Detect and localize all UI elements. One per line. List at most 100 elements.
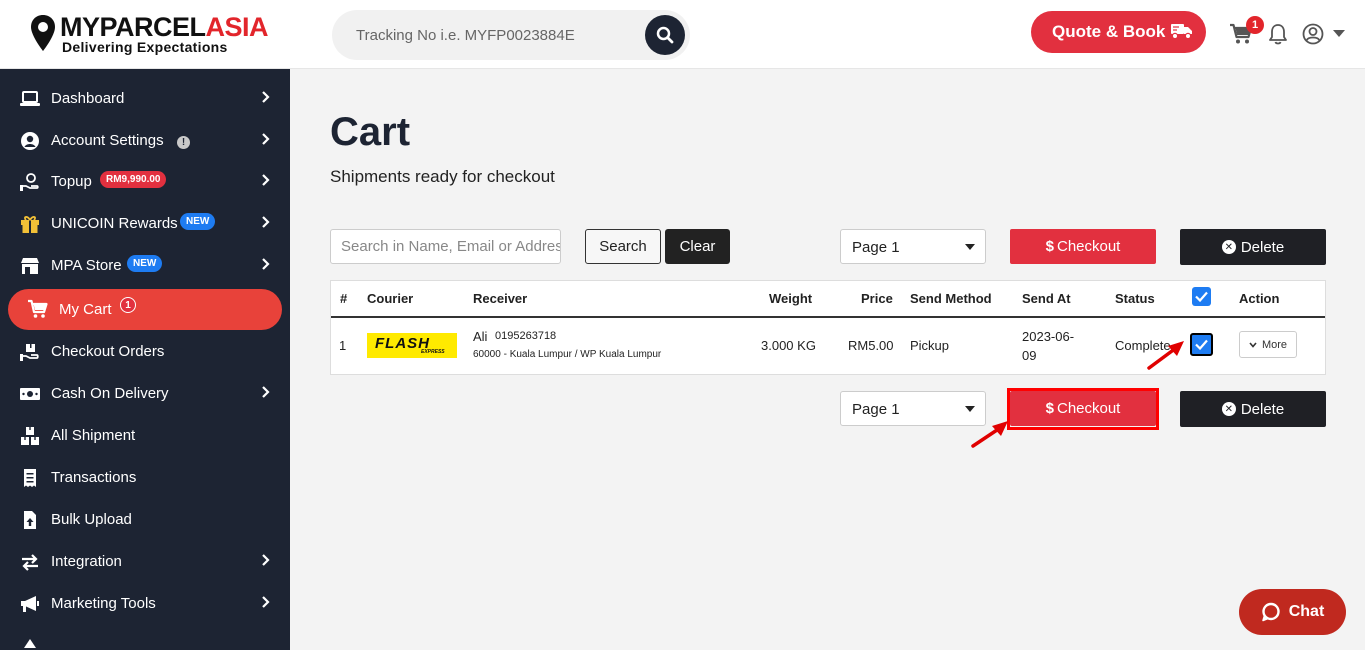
chevron-down-icon[interactable] xyxy=(1333,30,1345,38)
sidebar-item-transactions[interactable]: Transactions xyxy=(0,458,290,498)
truck-icon xyxy=(1171,24,1192,40)
megaphone-icon xyxy=(21,596,39,612)
quote-book-button[interactable]: Quote & Book xyxy=(1031,11,1206,53)
boxes-icon xyxy=(21,427,39,445)
receiver-name: Ali xyxy=(473,329,488,344)
sidebar-item-cash-on-delivery[interactable]: Cash On Delivery xyxy=(0,374,290,414)
info-icon: ! xyxy=(177,136,190,149)
chevron-right-icon xyxy=(262,258,270,270)
times-circle-icon: ✕ xyxy=(1221,402,1236,416)
sidebar-item-mpa-store[interactable]: MPA Store NEW xyxy=(0,246,290,286)
header-status: Status xyxy=(1115,291,1155,306)
quote-book-label: Quote & Book xyxy=(1052,22,1166,41)
sidebar-item-dashboard[interactable]: Dashboard xyxy=(0,79,290,119)
row-price: RM5.00 xyxy=(848,338,894,353)
select-all-checkbox[interactable] xyxy=(1192,287,1211,306)
page-select-top[interactable]: Page 1 xyxy=(840,229,986,264)
sidebar-item-label: Checkout Orders xyxy=(51,343,165,360)
table-header-row: # Courier Receiver Weight Price Send Met… xyxy=(331,281,1325,318)
new-badge: NEW xyxy=(180,213,216,230)
sidebar-item-integration[interactable]: Integration xyxy=(0,542,290,582)
chevron-right-icon xyxy=(262,174,270,186)
header-price: Price xyxy=(861,291,893,306)
sidebar-item-account-settings[interactable]: Account Settings ! xyxy=(0,121,290,161)
hand-money-icon xyxy=(20,173,39,191)
sidebar-item-checkout-orders[interactable]: Checkout Orders xyxy=(0,332,290,372)
row-select-checkbox[interactable] xyxy=(1190,333,1213,356)
receiver-phone: 0195263718 xyxy=(495,330,557,342)
header-weight: Weight xyxy=(769,291,813,306)
tracking-input[interactable] xyxy=(356,24,636,46)
sidebar-item-my-cart[interactable]: My Cart 1 xyxy=(8,289,282,330)
header-receiver: Receiver xyxy=(473,291,528,306)
logo[interactable]: MYPARCELASIA Delivering Expectations xyxy=(30,12,280,58)
page-select-value: Page 1 xyxy=(852,239,900,256)
sidebar-item-label: Bulk Upload xyxy=(51,511,132,528)
hand-box-icon xyxy=(20,344,39,361)
user-circle-icon xyxy=(21,132,39,150)
sidebar-item-marketing-tools[interactable]: Marketing Tools xyxy=(0,584,290,624)
annotation-arrow-icon xyxy=(1147,341,1184,370)
search-icon xyxy=(656,26,674,44)
store-icon xyxy=(21,258,39,274)
gift-icon xyxy=(21,216,39,233)
chat-bubble-icon xyxy=(1261,602,1280,622)
sidebar: Dashboard Account Settings ! Topup RM9,9… xyxy=(0,69,290,650)
chat-label: Chat xyxy=(1288,603,1325,620)
chevron-right-icon xyxy=(262,596,270,608)
sidebar-item-label: Dashboard xyxy=(51,90,125,107)
annotation-arrow-icon xyxy=(971,421,1008,448)
row-send-at-day: 09 xyxy=(1022,348,1037,363)
user-account-icon[interactable] xyxy=(1302,23,1324,45)
times-circle-icon: ✕ xyxy=(1221,240,1236,254)
file-upload-icon xyxy=(24,511,36,529)
logo-tagline: Delivering Expectations xyxy=(62,39,228,55)
cart-count-badge: 1 xyxy=(120,297,136,313)
logo-text: MYPARCELASIA xyxy=(60,12,269,42)
bell-icon[interactable] xyxy=(1268,23,1288,45)
tracking-search-button[interactable] xyxy=(645,15,685,55)
chevron-right-icon xyxy=(262,91,270,103)
money-bill-icon xyxy=(20,388,40,400)
sidebar-item-topup[interactable]: Topup RM9,990.00 xyxy=(0,162,290,202)
chevron-right-icon xyxy=(262,386,270,398)
check-icon xyxy=(1195,291,1208,302)
sidebar-item-label: Marketing Tools xyxy=(51,595,156,612)
laptop-icon xyxy=(20,91,40,106)
page-select-value: Page 1 xyxy=(852,401,900,418)
sidebar-item-label: Integration xyxy=(51,553,122,570)
sidebar-item-label: All Shipment xyxy=(51,427,136,444)
checkout-button-top[interactable]: $ Checkout xyxy=(1010,229,1156,264)
delete-label: Delete xyxy=(1240,238,1285,256)
row-send-method: Pickup xyxy=(910,338,950,353)
clear-button[interactable]: Clear xyxy=(665,229,730,264)
header-courier: Courier xyxy=(367,291,414,306)
delete-button-top[interactable]: ✕ Delete xyxy=(1180,229,1326,265)
chat-button[interactable]: Chat xyxy=(1239,589,1346,635)
header-send-at: Send At xyxy=(1022,291,1071,306)
tracking-search-bar xyxy=(332,10,690,60)
page-select-bottom[interactable]: Page 1 xyxy=(840,391,986,426)
sidebar-item-label: MPA Store xyxy=(51,257,122,274)
sidebar-item-label: UNICOIN Rewards xyxy=(51,215,178,232)
search-button[interactable]: Search xyxy=(585,229,661,264)
chevron-right-icon xyxy=(262,554,270,566)
sidebar-item-all-shipment[interactable]: All Shipment xyxy=(0,416,290,456)
row-num: 1 xyxy=(339,338,347,353)
partial-icon xyxy=(24,639,36,648)
cart-search-input[interactable] xyxy=(330,229,561,264)
row-more-button[interactable]: More xyxy=(1239,331,1297,358)
courier-logo-subtext: EXPRESS xyxy=(421,349,445,355)
chevron-down-icon xyxy=(1249,341,1257,348)
sidebar-item-unicoin-rewards[interactable]: UNICOIN Rewards NEW xyxy=(0,204,290,244)
top-header: MYPARCELASIA Delivering Expectations Quo… xyxy=(0,0,1365,69)
page-title: Cart xyxy=(330,110,411,154)
chevron-right-icon xyxy=(262,216,270,228)
checkout-label: Checkout xyxy=(1056,238,1121,255)
sidebar-item-partial[interactable] xyxy=(0,626,290,650)
delete-button-bottom[interactable]: ✕ Delete xyxy=(1180,391,1326,427)
sidebar-item-bulk-upload[interactable]: Bulk Upload xyxy=(0,500,290,540)
caret-down-icon xyxy=(965,244,975,250)
sidebar-item-label: My Cart xyxy=(59,301,112,318)
sidebar-item-label: Transactions xyxy=(51,469,137,486)
